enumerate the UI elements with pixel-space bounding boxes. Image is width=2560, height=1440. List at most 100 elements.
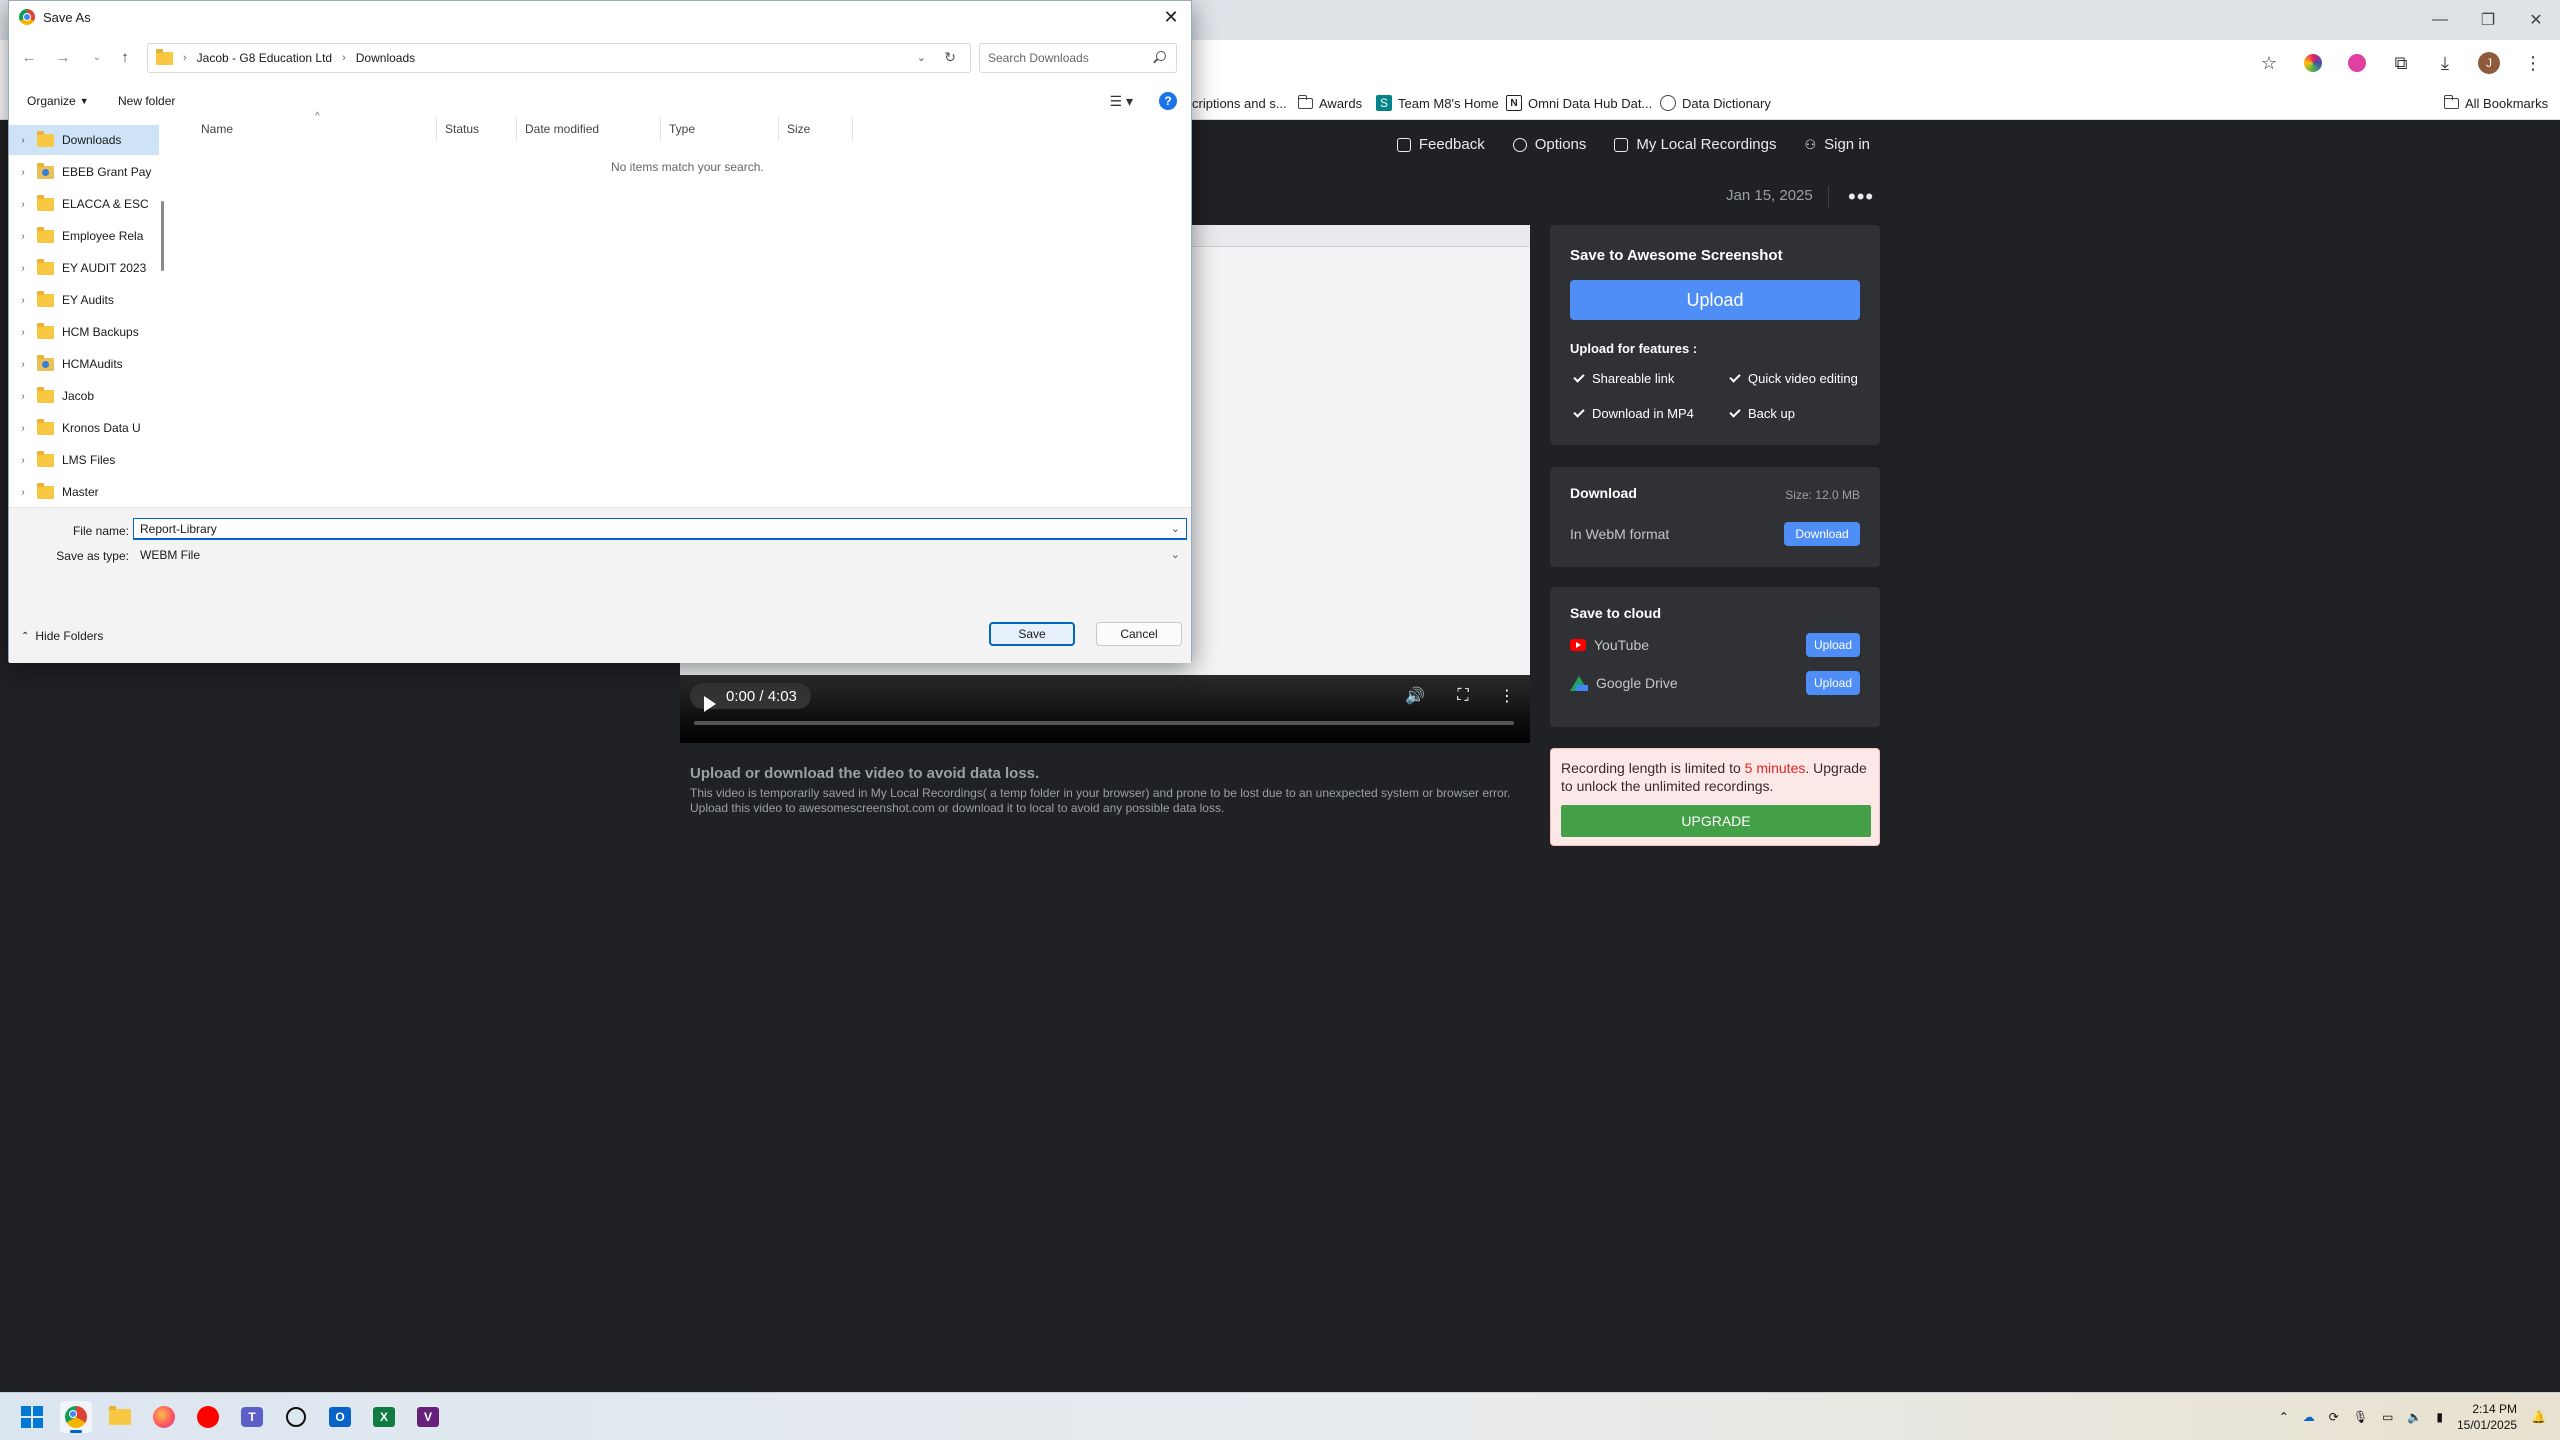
- expand-chevron-icon[interactable]: ›: [9, 391, 37, 402]
- column-type[interactable]: Type: [661, 117, 779, 141]
- video-more-icon[interactable]: ⋮: [1496, 685, 1518, 707]
- google-drive-upload-button[interactable]: Upload: [1806, 671, 1860, 695]
- breadcrumb-item[interactable]: Downloads: [356, 51, 415, 65]
- restore-icon[interactable]: ❐: [2464, 0, 2512, 40]
- youtube-music-icon[interactable]: [192, 1401, 224, 1433]
- expand-chevron-icon[interactable]: ›: [9, 167, 37, 178]
- folder-tree-item[interactable]: › Jacob: [9, 381, 159, 411]
- upload-button[interactable]: Upload: [1570, 280, 1860, 320]
- hide-folders-toggle[interactable]: ⌃ Hide Folders: [21, 629, 103, 643]
- expand-chevron-icon[interactable]: ›: [9, 423, 37, 434]
- folder-tree-item[interactable]: › Kronos Data U: [9, 413, 159, 443]
- folder-tree-item[interactable]: › HCMAudits: [9, 349, 159, 379]
- minimize-icon[interactable]: —: [2416, 0, 2464, 40]
- cancel-button[interactable]: Cancel: [1096, 622, 1182, 646]
- download-button[interactable]: Download: [1784, 522, 1860, 546]
- network-icon[interactable]: ▭: [2382, 1410, 2393, 1424]
- recent-locations-icon[interactable]: ⌄: [87, 47, 107, 67]
- bookmark-star-icon[interactable]: ☆: [2258, 52, 2280, 74]
- bookmark-data-dictionary[interactable]: Data Dictionary: [1660, 86, 1771, 120]
- chevron-down-icon[interactable]: ⌄: [1171, 522, 1180, 535]
- column-date-modified[interactable]: Date modified: [517, 117, 661, 141]
- bookmark-team-home[interactable]: S Team M8's Home: [1376, 86, 1499, 120]
- bookmark-subscriptions[interactable]: criptions and s...: [1192, 86, 1287, 120]
- feedback-link[interactable]: Feedback: [1396, 136, 1485, 153]
- up-arrow-icon[interactable]: ↑: [115, 47, 135, 67]
- chatgpt-icon[interactable]: [280, 1401, 312, 1433]
- extensions-puzzle-icon[interactable]: ⧉: [2390, 52, 2412, 74]
- back-arrow-icon[interactable]: ←: [19, 47, 39, 67]
- battery-icon[interactable]: ▮: [2436, 1410, 2443, 1424]
- all-bookmarks[interactable]: All Bookmarks: [2443, 86, 2548, 120]
- chrome-taskbar-icon[interactable]: [60, 1401, 92, 1433]
- upgrade-button[interactable]: UPGRADE: [1561, 805, 1871, 837]
- file-name-input[interactable]: Report-Library ⌄: [133, 518, 1187, 540]
- column-status[interactable]: Status: [437, 117, 517, 141]
- expand-chevron-icon[interactable]: ›: [9, 359, 37, 370]
- outlook-icon[interactable]: O: [324, 1401, 356, 1433]
- firefox-icon[interactable]: [148, 1401, 180, 1433]
- chevron-down-icon[interactable]: ⌄: [1171, 548, 1180, 561]
- expand-chevron-icon[interactable]: ›: [9, 199, 37, 210]
- organize-menu[interactable]: Organize ▼: [27, 94, 89, 108]
- folder-tree-item[interactable]: › EY AUDIT 2023: [9, 253, 159, 283]
- folder-tree-item[interactable]: › Master: [9, 477, 159, 507]
- visual-studio-icon[interactable]: V: [412, 1401, 444, 1433]
- sync-icon[interactable]: ⟳: [2329, 1410, 2339, 1424]
- folder-tree-item[interactable]: › Downloads: [9, 125, 159, 155]
- expand-chevron-icon[interactable]: ›: [9, 295, 37, 306]
- fullscreen-icon[interactable]: ⛶: [1452, 685, 1474, 707]
- folder-tree-item[interactable]: › LMS Files: [9, 445, 159, 475]
- folder-tree-item[interactable]: › EBEB Grant Pay: [9, 157, 159, 187]
- address-dropdown-icon[interactable]: ⌄: [917, 51, 926, 64]
- extension-colorful-icon[interactable]: [2302, 52, 2324, 74]
- breadcrumb-item[interactable]: Jacob - G8 Education Ltd: [197, 51, 332, 65]
- downloads-icon[interactable]: ⤓: [2434, 52, 2456, 74]
- volume-icon[interactable]: 🔊: [1404, 685, 1426, 707]
- forward-arrow-icon[interactable]: →: [53, 47, 73, 67]
- view-options-icon[interactable]: ☰ ▾: [1110, 93, 1133, 110]
- folder-tree-item[interactable]: › ELACCA & ESC: [9, 189, 159, 219]
- help-icon[interactable]: ?: [1159, 92, 1177, 110]
- clock[interactable]: 2:14 PM 15/01/2025: [2457, 1401, 2517, 1433]
- video-progress-bar[interactable]: [694, 721, 1514, 725]
- browser-menu-icon[interactable]: ⋮: [2522, 52, 2544, 74]
- column-size[interactable]: Size: [779, 117, 853, 141]
- sign-in-link[interactable]: ⚇ Sign in: [1804, 136, 1870, 153]
- volume-tray-icon[interactable]: 🔈: [2407, 1410, 2422, 1424]
- address-bar[interactable]: › Jacob - G8 Education Ltd › Downloads ⌄…: [147, 43, 971, 73]
- column-name[interactable]: Name: [193, 117, 437, 141]
- expand-chevron-icon[interactable]: ›: [9, 455, 37, 466]
- teams-icon[interactable]: T: [236, 1401, 268, 1433]
- notifications-icon[interactable]: 🔔: [2531, 1410, 2546, 1424]
- close-window-icon[interactable]: ✕: [2512, 0, 2560, 40]
- bookmark-omni-data-hub[interactable]: N Omni Data Hub Dat...: [1506, 86, 1652, 120]
- search-downloads-input[interactable]: Search Downloads: [979, 43, 1177, 73]
- folder-tree-item[interactable]: › EY Audits: [9, 285, 159, 315]
- more-options-button[interactable]: •••: [1848, 184, 1874, 210]
- show-hidden-icons-icon[interactable]: ⌃: [2279, 1410, 2289, 1424]
- play-icon[interactable]: [704, 696, 716, 712]
- expand-chevron-icon[interactable]: ›: [9, 231, 37, 242]
- expand-chevron-icon[interactable]: ›: [9, 263, 37, 274]
- expand-chevron-icon[interactable]: ›: [9, 487, 37, 498]
- bookmark-awards[interactable]: Awards: [1297, 86, 1362, 120]
- folder-tree-scrollbar[interactable]: [161, 201, 164, 271]
- excel-icon[interactable]: X: [368, 1401, 400, 1433]
- microphone-icon[interactable]: 🎙: [2353, 1410, 2368, 1424]
- save-button[interactable]: Save: [989, 622, 1075, 646]
- expand-chevron-icon[interactable]: ›: [9, 327, 37, 338]
- close-dialog-icon[interactable]: ✕: [1151, 1, 1191, 33]
- start-icon[interactable]: [16, 1401, 48, 1433]
- youtube-upload-button[interactable]: Upload: [1806, 633, 1860, 657]
- save-as-type-select[interactable]: WEBM File ⌄: [133, 544, 1187, 566]
- new-folder-button[interactable]: New folder: [118, 94, 175, 108]
- my-local-recordings-link[interactable]: My Local Recordings: [1614, 136, 1776, 153]
- refresh-icon[interactable]: ↻: [944, 49, 956, 66]
- expand-chevron-icon[interactable]: ›: [9, 135, 37, 146]
- extension-pink-icon[interactable]: [2346, 52, 2368, 74]
- file-explorer-icon[interactable]: [104, 1401, 136, 1433]
- profile-avatar[interactable]: J: [2478, 52, 2500, 74]
- folder-tree-item[interactable]: › Employee Rela: [9, 221, 159, 251]
- folder-tree-item[interactable]: › HCM Backups: [9, 317, 159, 347]
